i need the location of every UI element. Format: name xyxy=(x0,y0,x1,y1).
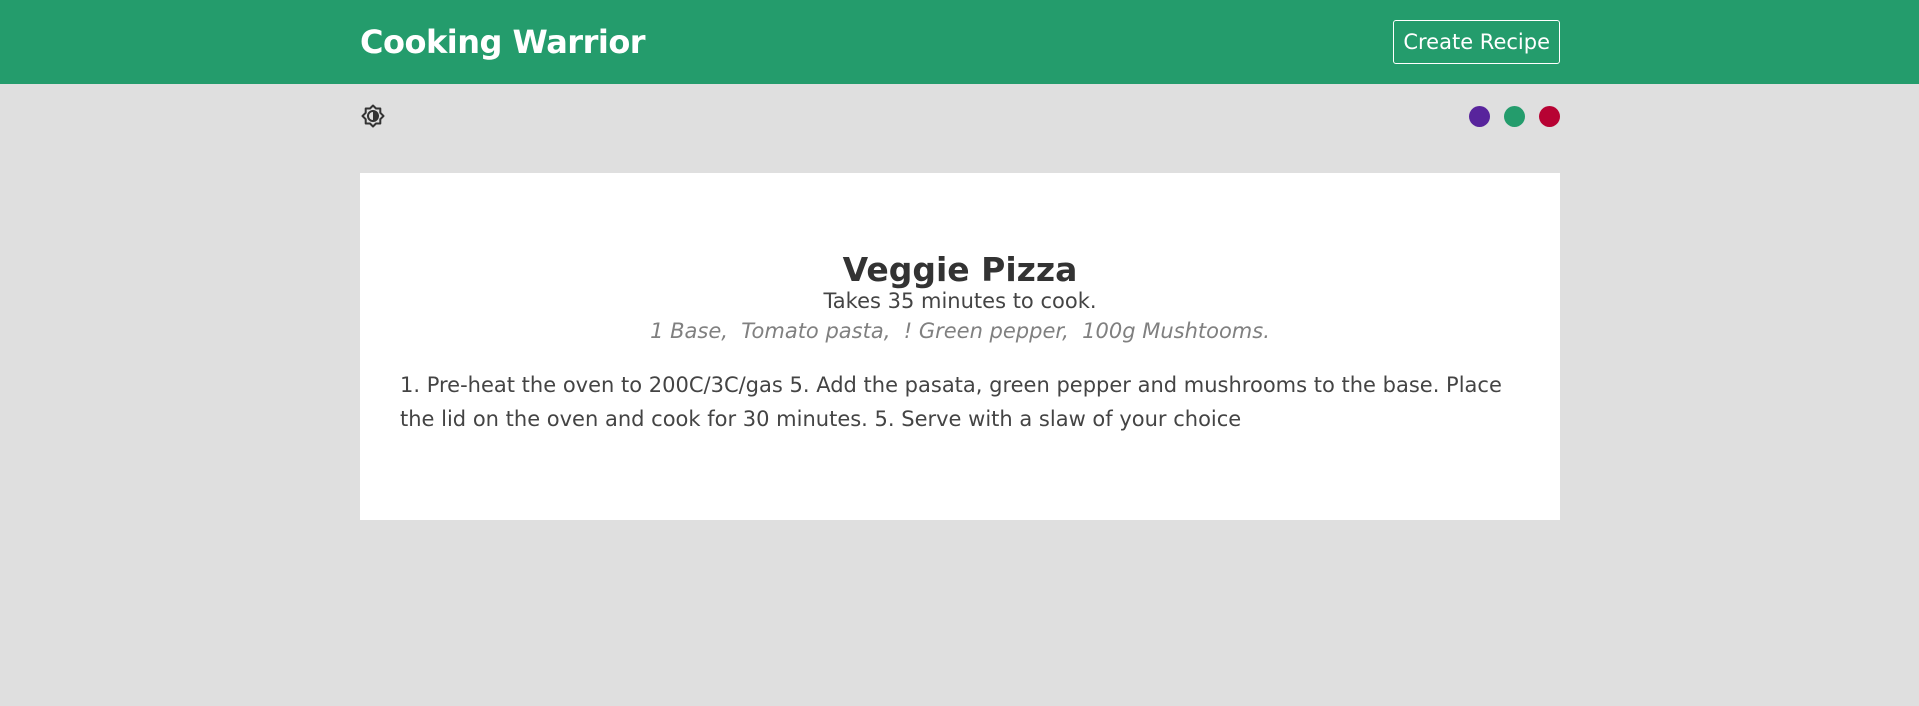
brightness-contrast-icon[interactable] xyxy=(360,104,386,130)
ingredients-list: 1 Base, Tomato pasta, ! Green pepper, 10… xyxy=(650,319,1270,343)
theme-color-swatches xyxy=(1469,106,1560,127)
navbar: Cooking Warrior Create Recipe xyxy=(0,0,1919,84)
cook-time: Takes 35 minutes to cook. xyxy=(823,289,1097,313)
brand-link[interactable]: Cooking Warrior xyxy=(360,23,646,61)
theme-toolbar xyxy=(360,104,1560,130)
create-recipe-button[interactable]: Create Recipe xyxy=(1393,20,1560,64)
red-theme-swatch[interactable] xyxy=(1539,106,1560,127)
navbar-inner: Cooking Warrior Create Recipe xyxy=(360,0,1560,84)
purple-theme-swatch[interactable] xyxy=(1469,106,1490,127)
recipe-method: 1. Pre-heat the oven to 200C/3C/gas 5. A… xyxy=(400,373,1502,431)
green-theme-swatch[interactable] xyxy=(1504,106,1525,127)
recipe-card: Veggie Pizza Takes 35 minutes to cook. 1… xyxy=(360,173,1560,520)
recipe-title: Veggie Pizza xyxy=(842,250,1078,289)
